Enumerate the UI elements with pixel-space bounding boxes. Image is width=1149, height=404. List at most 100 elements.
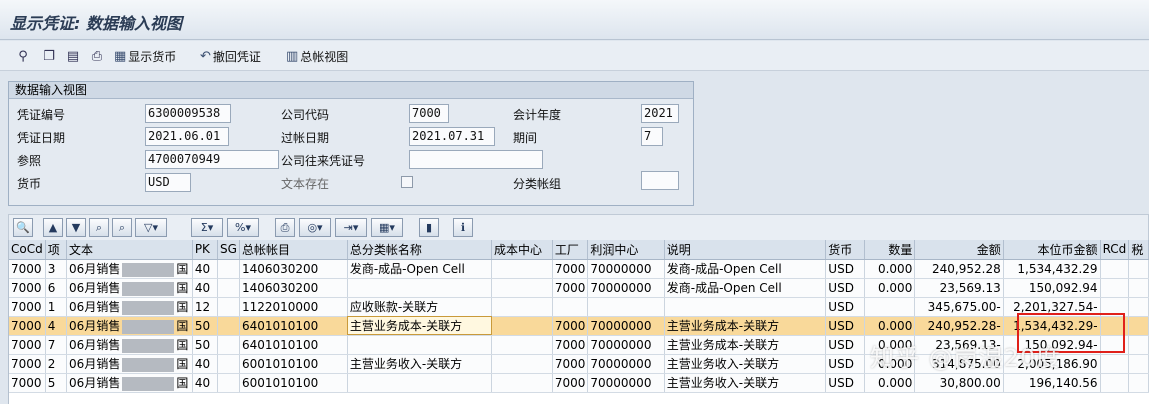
cell-pc[interactable]: 70000000 [587, 259, 665, 279]
cell-cc[interactable] [491, 278, 553, 298]
cell-cur[interactable]: USD [825, 373, 866, 393]
cell-rcd[interactable] [1100, 354, 1130, 374]
cell-cur[interactable]: USD [825, 259, 866, 279]
table-row[interactable]: 7000 7 06月销售国 50 6401010100 7000 70000000 主营业务成… [9, 335, 1149, 355]
col-header[interactable]: SG [217, 240, 240, 260]
display-currency-button[interactable]: ▦ 显示货币 [114, 47, 176, 65]
cell-pk[interactable]: 50 [192, 335, 219, 355]
cell-tax[interactable] [1128, 316, 1149, 336]
doc-date-field[interactable]: 2021.06.01 [145, 127, 229, 146]
cell-cc[interactable] [491, 297, 553, 317]
cell-text[interactable]: 06月销售 国 [66, 335, 193, 355]
cell-desc[interactable]: 主营业务收入-关联方 [664, 354, 827, 374]
cell-pk[interactable]: 40 [192, 278, 219, 298]
cell-cocd[interactable]: 7000 [9, 335, 46, 355]
cell-amt[interactable]: 30,800.00 [914, 373, 1004, 393]
cell-gl-name[interactable]: 主营业务收入-关联方 [347, 354, 493, 374]
cell-item[interactable]: 5 [45, 373, 68, 393]
cell-gl-name[interactable]: 发商-成品-Open Cell [347, 259, 493, 279]
sum-icon[interactable]: Σ▾ [191, 218, 223, 237]
cell-cur[interactable]: USD [825, 354, 866, 374]
cell-gl-name[interactable] [347, 278, 493, 298]
cell-text[interactable]: 06月销售 国 [66, 297, 193, 317]
col-header[interactable]: CoCd [9, 240, 46, 260]
doc-no-field[interactable]: 6300009538 [145, 104, 231, 123]
col-header[interactable]: 说明 [664, 240, 827, 260]
cell-tax[interactable] [1128, 373, 1149, 393]
cell-cc[interactable] [491, 259, 553, 279]
col-header[interactable]: 利润中心 [587, 240, 665, 260]
cell-cc[interactable] [491, 335, 553, 355]
table-row[interactable]: 7000 1 06月销售 国 12 1122010000 应收账款-关联方 USD 345,67… [9, 297, 1149, 317]
ledger-group-field[interactable] [641, 171, 679, 190]
copy-icon[interactable]: ❐ [40, 47, 58, 65]
cell-cocd[interactable]: 7000 [9, 373, 46, 393]
cell-amt[interactable]: 345,675.00- [914, 297, 1004, 317]
find-icon[interactable]: ⌕ [89, 218, 109, 237]
col-header[interactable]: 总帐帐目 [239, 240, 348, 260]
cell-pk[interactable]: 40 [192, 259, 219, 279]
cell-pc[interactable]: 70000000 [587, 316, 665, 336]
cell-desc[interactable]: 发商-成品-Open Cell [664, 259, 827, 279]
cell-desc[interactable]: 主营业务收入-关联方 [664, 373, 827, 393]
cell-plant[interactable]: 7000 [552, 354, 589, 374]
export-icon[interactable]: ⇥▾ [335, 218, 367, 237]
cell-rcd[interactable] [1100, 259, 1130, 279]
cell-cur[interactable]: USD [825, 278, 866, 298]
cell-gl-name[interactable]: 主营业务成本-关联方 [347, 316, 493, 336]
cell-cocd[interactable]: 7000 [9, 259, 46, 279]
cell-cur[interactable]: USD [825, 316, 866, 336]
cell-pk[interactable]: 40 [192, 373, 219, 393]
cell-item[interactable]: 6 [45, 278, 68, 298]
details-icon[interactable]: 🔍 [13, 218, 33, 237]
cell-rcd[interactable] [1100, 335, 1130, 355]
cell-cur[interactable]: USD [825, 335, 866, 355]
cell-rcd[interactable] [1100, 297, 1130, 317]
cell-rcd[interactable] [1100, 373, 1130, 393]
col-header[interactable]: 工厂 [552, 240, 589, 260]
text-exists-checkbox[interactable] [401, 176, 413, 188]
cell-pc[interactable]: 70000000 [587, 335, 665, 355]
document-icon[interactable]: ▤ [64, 47, 82, 65]
cell-plant[interactable]: 7000 [552, 316, 589, 336]
cell-pc[interactable]: 70000000 [587, 373, 665, 393]
cell-gl[interactable]: 6001010100 [239, 354, 348, 374]
cell-text[interactable]: 06月销售 国 [66, 278, 193, 298]
cell-qty[interactable]: 0.000 [864, 278, 916, 298]
cell-sg[interactable] [217, 335, 240, 355]
cell-gl-name[interactable]: 应收账款-关联方 [347, 297, 493, 317]
cell-cur[interactable]: USD [825, 297, 866, 317]
company-code-field[interactable]: 7000 [409, 104, 449, 123]
col-header[interactable]: 项 [45, 240, 68, 260]
cell-plant[interactable]: 7000 [552, 335, 589, 355]
cell-text[interactable]: 06月销售 国 [66, 259, 193, 279]
cell-qty[interactable]: 0.000 [864, 259, 916, 279]
general-ledger-view-button[interactable]: ▥ 总帐视图 [286, 47, 348, 65]
cell-tax[interactable] [1128, 278, 1149, 298]
views-icon[interactable]: ◎▾ [299, 218, 331, 237]
cell-rcd[interactable] [1100, 316, 1130, 336]
cell-lc-amt[interactable]: 150,092.94- [1003, 335, 1101, 355]
col-header[interactable]: PK [192, 240, 219, 260]
cell-cc[interactable] [491, 316, 553, 336]
cell-text[interactable]: 06月销售 国 [66, 354, 193, 374]
info-icon[interactable]: ℹ [453, 218, 473, 237]
cell-qty[interactable]: 0.000 [864, 354, 916, 374]
cell-gl[interactable]: 1122010000 [239, 297, 348, 317]
cell-pc[interactable] [587, 297, 665, 317]
intercompany-doc-field[interactable] [409, 150, 543, 169]
cell-item[interactable]: 2 [45, 354, 68, 374]
cell-text[interactable]: 06月销售 国 [66, 316, 193, 336]
layout-icon[interactable]: ▦▾ [371, 218, 403, 237]
period-field[interactable]: 7 [641, 127, 663, 146]
sort-ascending-icon[interactable]: ▲ [43, 218, 63, 237]
cell-tax[interactable] [1128, 297, 1149, 317]
cell-qty[interactable]: 0.000 [864, 335, 916, 355]
cell-tax[interactable] [1128, 259, 1149, 279]
cell-gl-name[interactable] [347, 373, 493, 393]
cell-qty[interactable] [864, 297, 916, 317]
cell-cc[interactable] [491, 373, 553, 393]
print-preview-icon[interactable]: ⎙ [275, 218, 295, 237]
table-row[interactable]: 7000 4 06月销售国 50 6401010100 主营业务成本-关联方 7000 700… [9, 316, 1149, 336]
fiscal-year-field[interactable]: 2021 [641, 104, 679, 123]
